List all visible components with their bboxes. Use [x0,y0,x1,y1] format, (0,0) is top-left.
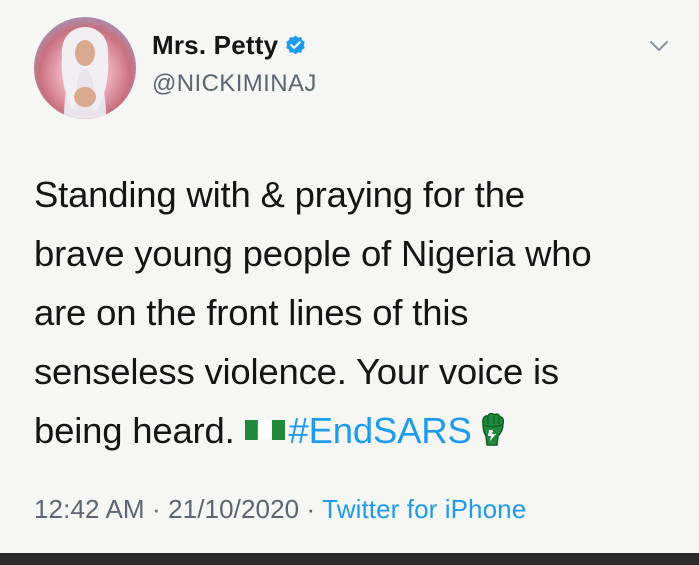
tweet-text-line: being heard. [34,410,235,451]
verified-badge-icon [286,34,306,54]
tweet-meta: 12:42 AM · 21/10/2020 · Twitter for iPho… [34,494,526,525]
tweet-time[interactable]: 12:42 AM [34,494,145,524]
raised-fist-icon [481,413,504,447]
tweet-text-line: brave young people of Nigeria who [34,233,592,274]
hashtag-link[interactable]: #EndSARS [289,410,472,451]
tweet-source-link[interactable]: Twitter for iPhone [322,494,526,524]
avatar-image [61,27,109,119]
tweet-card: Mrs. Petty @NICKIMINAJ Standing with & p… [0,0,699,565]
meta-separator: · [151,494,161,524]
tweet-text: Standing with & praying for the brave yo… [34,165,674,460]
tweet-text-line: senseless violence. Your voice is [34,351,559,392]
user-name-row: Mrs. Petty [152,30,307,60]
avatar[interactable] [34,17,136,119]
tweet-text-line: Standing with & praying for the [34,174,525,215]
meta-separator: · [306,494,316,524]
tweet-date[interactable]: 21/10/2020 [168,494,299,524]
display-name[interactable]: Mrs. Petty [152,30,278,61]
nigeria-flag-icon [244,420,285,441]
user-handle[interactable]: @NICKIMINAJ [152,70,317,98]
chevron-down-icon[interactable] [648,38,670,54]
bottom-divider [0,553,699,565]
tweet-text-line: are on the front lines of this [34,292,469,333]
tweet-text-last-line: being heard. #EndSARS [34,401,674,460]
